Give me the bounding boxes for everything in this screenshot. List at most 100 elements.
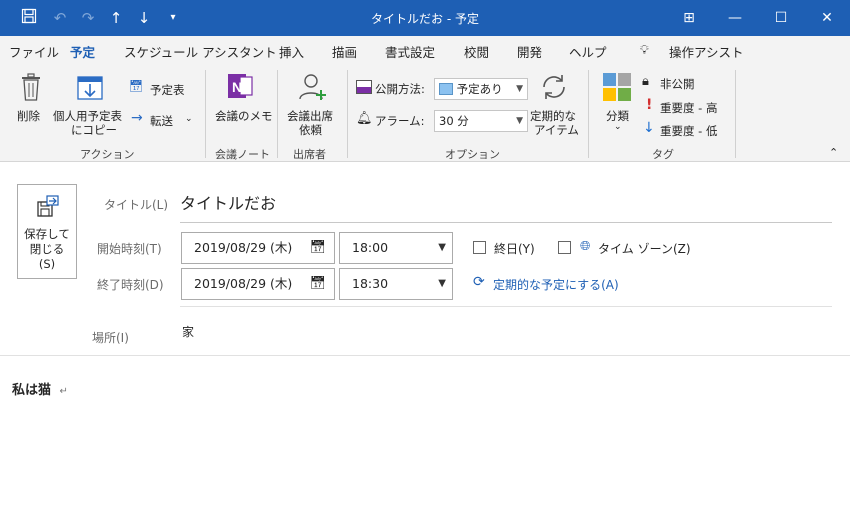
time-zones-checkbox[interactable]: [558, 241, 571, 254]
categorize-icon[interactable]: [603, 73, 631, 104]
tab-scheduling-assistant[interactable]: スケジュール アシスタント: [124, 42, 277, 61]
recurrence-icon[interactable]: [538, 71, 570, 106]
save-and-close-button[interactable]: 保存して 閉じる (S): [17, 184, 77, 279]
divider: [180, 306, 832, 307]
save-close-icon: [36, 195, 60, 222]
globe-icon: 🌐︎: [580, 239, 591, 254]
start-date-value: 2019/08/29 (木): [194, 240, 293, 255]
private-button[interactable]: 非公開: [660, 76, 695, 92]
tab-draw[interactable]: 描画: [332, 42, 357, 61]
tab-developer[interactable]: 開発: [517, 42, 542, 61]
location-label: 場所(I): [92, 331, 129, 345]
group-divider: [735, 70, 736, 158]
save-close-label-3: (S): [38, 257, 56, 271]
group-label-meeting-notes: 会議ノート: [215, 148, 270, 161]
reminder-select[interactable]: 30 分 ▼: [434, 110, 528, 132]
appointment-form: 保存して 閉じる (S) タイトル(L) タイトルだお 開始時刻(T) 2019…: [0, 162, 850, 356]
collapse-ribbon-icon[interactable]: ⌃: [829, 146, 838, 159]
invite-attendees-label-2: 依頼: [299, 123, 322, 137]
start-date-picker[interactable]: 2019/08/29 (木) 📅︎: [181, 232, 335, 264]
delete-icon[interactable]: [19, 72, 43, 105]
calendar-button[interactable]: 予定表: [150, 82, 185, 98]
show-as-icon: [356, 80, 372, 94]
bell-icon: 🔔︎: [356, 111, 373, 126]
save-close-label-1: 保存して: [24, 227, 70, 241]
delete-button[interactable]: 削除: [17, 108, 40, 124]
recurrence-icon: ⟳: [473, 274, 485, 290]
group-divider: [277, 70, 278, 158]
title-input[interactable]: タイトルだお: [180, 190, 276, 214]
chevron-down-icon: ▼: [516, 84, 523, 94]
close-button[interactable]: ✕: [804, 0, 850, 36]
copy-to-personal-calendar-label-2: にコピー: [71, 123, 117, 137]
categorize-dropdown-icon[interactable]: ⌄: [614, 122, 622, 132]
maximize-button[interactable]: ☐: [758, 0, 804, 36]
show-as-select[interactable]: 予定あり ▼: [434, 78, 528, 100]
time-zones-label: タイム ゾーン(Z): [598, 242, 691, 256]
onenote-icon[interactable]: N: [226, 72, 254, 103]
group-label-tags: タグ: [652, 148, 674, 161]
low-importance-button[interactable]: 重要度 - 低: [660, 123, 717, 139]
forward-button[interactable]: 転送: [150, 113, 173, 129]
title-bar: ↶ ↷ ↑ ↓ ▾ タイトルだお - 予定 ⊞ — ☐ ✕: [0, 0, 850, 36]
chevron-down-icon: ▼: [438, 278, 446, 289]
recurrence-label-2: アイテム: [534, 123, 579, 137]
group-divider: [205, 70, 206, 158]
svg-text:N: N: [232, 79, 242, 95]
reminder-value: 30 分: [439, 114, 469, 128]
location-input[interactable]: 家: [182, 323, 194, 340]
body-text: 私は猫: [12, 383, 52, 398]
title-underline: [180, 222, 832, 223]
calendar-icon[interactable]: 📅︎: [309, 233, 326, 263]
make-recurring-link[interactable]: 定期的な予定にする(A): [493, 276, 619, 293]
ribbon-tabs: ファイル 予定 スケジュール アシスタント 挿入 描画 書式設定 校閲 開発 ヘ…: [0, 36, 850, 67]
chevron-down-icon: ▼: [438, 242, 446, 253]
calendar-icon: 📅︎: [129, 79, 144, 93]
start-time-select[interactable]: 18:00 ▼: [339, 232, 453, 264]
show-as-label: 公開方法:: [375, 82, 425, 96]
forward-icon: →: [131, 110, 143, 126]
copy-to-calendar-icon[interactable]: [76, 72, 104, 105]
end-time-select[interactable]: 18:30 ▼: [339, 268, 453, 300]
invite-attendees-icon[interactable]: [298, 72, 328, 105]
high-importance-icon: !: [646, 97, 653, 113]
tab-review[interactable]: 校閲: [464, 42, 489, 61]
busy-color-swatch: [439, 83, 453, 95]
meeting-notes-button[interactable]: 会議のメモ: [215, 108, 273, 124]
start-time-label: 開始時刻(T): [97, 242, 162, 256]
tell-me-search[interactable]: 操作アシスト: [669, 42, 744, 61]
tab-insert[interactable]: 挿入: [279, 42, 304, 61]
tab-file[interactable]: ファイル: [9, 42, 59, 61]
end-date-picker[interactable]: 2019/08/29 (木) 📅︎: [181, 268, 335, 300]
start-time-value: 18:00: [352, 240, 389, 255]
tab-help[interactable]: ヘルプ: [569, 42, 607, 61]
title-label: タイトル(L): [104, 198, 169, 212]
show-as-value: 予定あり: [456, 82, 503, 96]
low-importance-icon: ↓: [643, 120, 655, 136]
group-divider: [347, 70, 348, 158]
message-body[interactable]: 私は猫 ↵: [0, 357, 850, 532]
ribbon: 削除 個人用予定表 にコピー 📅︎ 予定表 → 転送 ⌄ アクション N 会議の…: [0, 64, 850, 162]
end-time-label: 終了時刻(D): [97, 278, 164, 292]
paragraph-mark-icon: ↵: [59, 386, 68, 397]
group-label-attendees: 出席者: [293, 148, 326, 161]
minimize-button[interactable]: —: [712, 0, 758, 36]
end-time-value: 18:30: [352, 276, 389, 291]
chevron-down-icon: ▼: [516, 116, 523, 126]
group-label-actions: アクション: [80, 148, 135, 161]
end-date-value: 2019/08/29 (木): [194, 276, 293, 291]
all-day-checkbox[interactable]: [473, 241, 486, 254]
forward-dropdown-icon[interactable]: ⌄: [185, 114, 193, 124]
outlook-appointment-window: ↶ ↷ ↑ ↓ ▾ タイトルだお - 予定 ⊞ — ☐ ✕ ファイル 予定 スケ…: [0, 0, 850, 532]
group-label-options: オプション: [445, 148, 500, 161]
group-divider: [588, 70, 589, 158]
reminder-label: アラーム:: [375, 114, 425, 128]
save-close-label-2: 閉じる: [29, 242, 65, 256]
calendar-icon[interactable]: 📅︎: [309, 269, 326, 299]
lock-icon: 🔒︎: [642, 74, 649, 89]
all-day-label: 終日(Y): [494, 242, 535, 256]
high-importance-button[interactable]: 重要度 - 高: [660, 100, 717, 116]
tab-format[interactable]: 書式設定: [385, 42, 435, 61]
ribbon-display-options-button[interactable]: ⊞: [666, 0, 712, 36]
tab-appointment[interactable]: 予定: [70, 42, 96, 67]
